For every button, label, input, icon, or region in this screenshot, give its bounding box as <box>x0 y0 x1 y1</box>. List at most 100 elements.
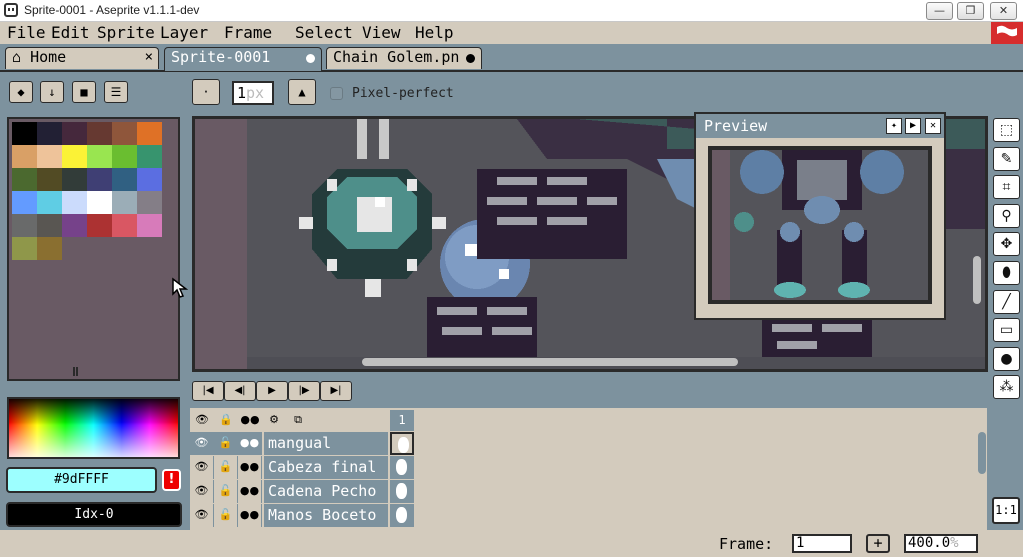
lock-icon[interactable]: 🔓 <box>214 480 238 503</box>
palette-swatch[interactable] <box>62 122 87 145</box>
menu-frame[interactable]: Frame <box>224 23 272 42</box>
palette-swatch[interactable] <box>137 191 162 214</box>
foreground-color-hex[interactable]: #9dFFFF <box>6 467 157 493</box>
menu-edit[interactable]: Edit <box>51 23 90 42</box>
brush-size-field[interactable]: 1px <box>232 81 274 105</box>
canvas-horizontal-scrollbar[interactable] <box>362 358 738 366</box>
unsaved-dot-icon[interactable] <box>306 54 315 63</box>
continuous-icon[interactable]: ●● <box>238 432 262 455</box>
minimize-button[interactable]: — <box>926 2 953 20</box>
menu-layer[interactable]: Layer <box>160 23 208 42</box>
color-warning-button[interactable]: ! <box>162 469 181 491</box>
layer-name[interactable]: mangual <box>264 432 388 455</box>
maximize-button[interactable]: ❐ <box>957 2 984 20</box>
tab-home-close-icon[interactable]: × <box>145 48 153 67</box>
tab-home[interactable]: ⌂ Home × <box>5 47 159 69</box>
palette-swatch[interactable] <box>87 122 112 145</box>
eye-icon[interactable]: 👁 <box>190 480 214 503</box>
palette-swatch[interactable] <box>37 145 62 168</box>
eye-icon[interactable]: 👁 <box>190 504 214 527</box>
continuous-icon[interactable]: ●● <box>238 456 262 479</box>
line-tool-button[interactable]: ╱ <box>993 289 1020 314</box>
add-frame-button[interactable]: + <box>866 534 890 553</box>
palette-swatch[interactable] <box>137 168 162 191</box>
lock-icon[interactable]: 🔓 <box>214 432 238 455</box>
lock-icon[interactable]: 🔓 <box>214 456 238 479</box>
preview-window[interactable]: Preview ✦ ▶ ✕ <box>694 112 946 320</box>
cel-icon[interactable] <box>390 456 414 479</box>
first-frame-button[interactable]: |◀ <box>192 381 224 401</box>
layer-row[interactable]: 👁 🔓 ●● Manos Boceto <box>190 504 416 528</box>
eye-icon[interactable]: 👁 <box>190 432 214 455</box>
palette-swatch[interactable] <box>12 191 37 214</box>
palette-swatch[interactable] <box>87 145 112 168</box>
palette-swatch[interactable] <box>12 145 37 168</box>
fill-tool-button[interactable]: ⬮ <box>993 261 1020 285</box>
palette-swatch[interactable] <box>137 145 162 168</box>
palette-swatch[interactable] <box>112 191 137 214</box>
palette-swatch[interactable] <box>87 214 112 237</box>
palette-resize-grip[interactable] <box>73 367 78 376</box>
lock-icon[interactable]: 🔓 <box>214 504 238 527</box>
frame-header[interactable]: 1 <box>390 410 414 431</box>
tab-sprite-0001[interactable]: Sprite-0001 <box>164 47 322 71</box>
ink-type-icon[interactable]: ▲ <box>288 79 316 105</box>
palette-swatch[interactable] <box>37 168 62 191</box>
tab-chain-golem[interactable]: Chain Golem.pn <box>326 47 482 69</box>
frame-input[interactable]: 1 <box>792 534 852 553</box>
eye-icon[interactable]: 👁 <box>190 456 214 479</box>
palette-swatch[interactable] <box>137 122 162 145</box>
next-frame-button[interactable]: |▶ <box>288 381 320 401</box>
rectangle-tool-button[interactable]: ▭ <box>993 318 1020 343</box>
last-frame-button[interactable]: ▶| <box>320 381 352 401</box>
palette-swatch[interactable] <box>12 168 37 191</box>
previous-frame-button[interactable]: ◀| <box>224 381 256 401</box>
pixel-perfect-checkbox[interactable] <box>330 87 343 100</box>
palette-swatch[interactable] <box>62 191 87 214</box>
brush-type-button[interactable]: · <box>192 79 220 105</box>
layer-row[interactable]: 👁 🔓 ●● Cadena Pecho <box>190 480 416 504</box>
preview-close-icon[interactable]: ✕ <box>925 118 941 134</box>
palette-swatch[interactable] <box>12 237 37 260</box>
layer-row[interactable]: 👁 🔓 ●● Cabeza final <box>190 456 416 480</box>
palette-swatch[interactable] <box>62 214 87 237</box>
preview-center-icon[interactable]: ✦ <box>886 118 902 134</box>
layer-name[interactable]: Cabeza final <box>264 456 388 479</box>
palette-swatch[interactable] <box>37 191 62 214</box>
preview-play-icon[interactable]: ▶ <box>905 118 921 134</box>
pencil-tool-button[interactable]: ✎ <box>993 146 1020 171</box>
cel-icon[interactable] <box>390 504 414 527</box>
layers-icon[interactable]: ⧉ <box>286 408 310 431</box>
menu-select[interactable]: Select <box>295 23 353 42</box>
onion-skin-icon[interactable]: ●● <box>238 408 262 431</box>
visibility-header-icon[interactable]: 👁 <box>190 408 214 431</box>
layer-name[interactable]: Manos Boceto <box>264 504 388 527</box>
cel-icon[interactable] <box>390 480 414 503</box>
continuous-icon[interactable]: ●● <box>238 504 262 527</box>
cel-icon[interactable] <box>390 432 414 455</box>
zoom-tool-button[interactable]: ⚲ <box>993 203 1020 228</box>
palette-swatch[interactable] <box>112 168 137 191</box>
menu-view[interactable]: View <box>362 23 401 42</box>
layer-name[interactable]: Cadena Pecho <box>264 480 388 503</box>
timeline-scrollbar[interactable] <box>978 432 986 474</box>
gear-icon[interactable]: ⚙ <box>262 408 286 431</box>
unsaved-dot-icon[interactable] <box>466 54 475 63</box>
palette-swatch[interactable] <box>112 214 137 237</box>
folder-button[interactable]: ■ <box>72 81 96 103</box>
play-button[interactable]: ▶ <box>256 381 288 401</box>
eyedropper-tool-button[interactable]: ⌗ <box>993 175 1020 200</box>
move-tool-button[interactable]: ✥ <box>993 232 1020 257</box>
palette-swatch[interactable] <box>87 191 112 214</box>
palette-swatch[interactable] <box>12 122 37 145</box>
palette-swatch[interactable] <box>87 168 112 191</box>
palette-swatch[interactable] <box>112 122 137 145</box>
preview-title-bar[interactable]: Preview ✦ ▶ ✕ <box>696 114 944 138</box>
palette-swatch[interactable] <box>37 214 62 237</box>
palette-swatch[interactable] <box>12 214 37 237</box>
close-window-button[interactable]: ✕ <box>990 2 1017 20</box>
zoom-input[interactable]: 400.0% <box>904 534 978 553</box>
marquee-tool-button[interactable]: ⬚ <box>993 118 1020 142</box>
palette-swatch[interactable] <box>37 122 62 145</box>
lock-header-icon[interactable]: 🔒 <box>214 408 238 431</box>
